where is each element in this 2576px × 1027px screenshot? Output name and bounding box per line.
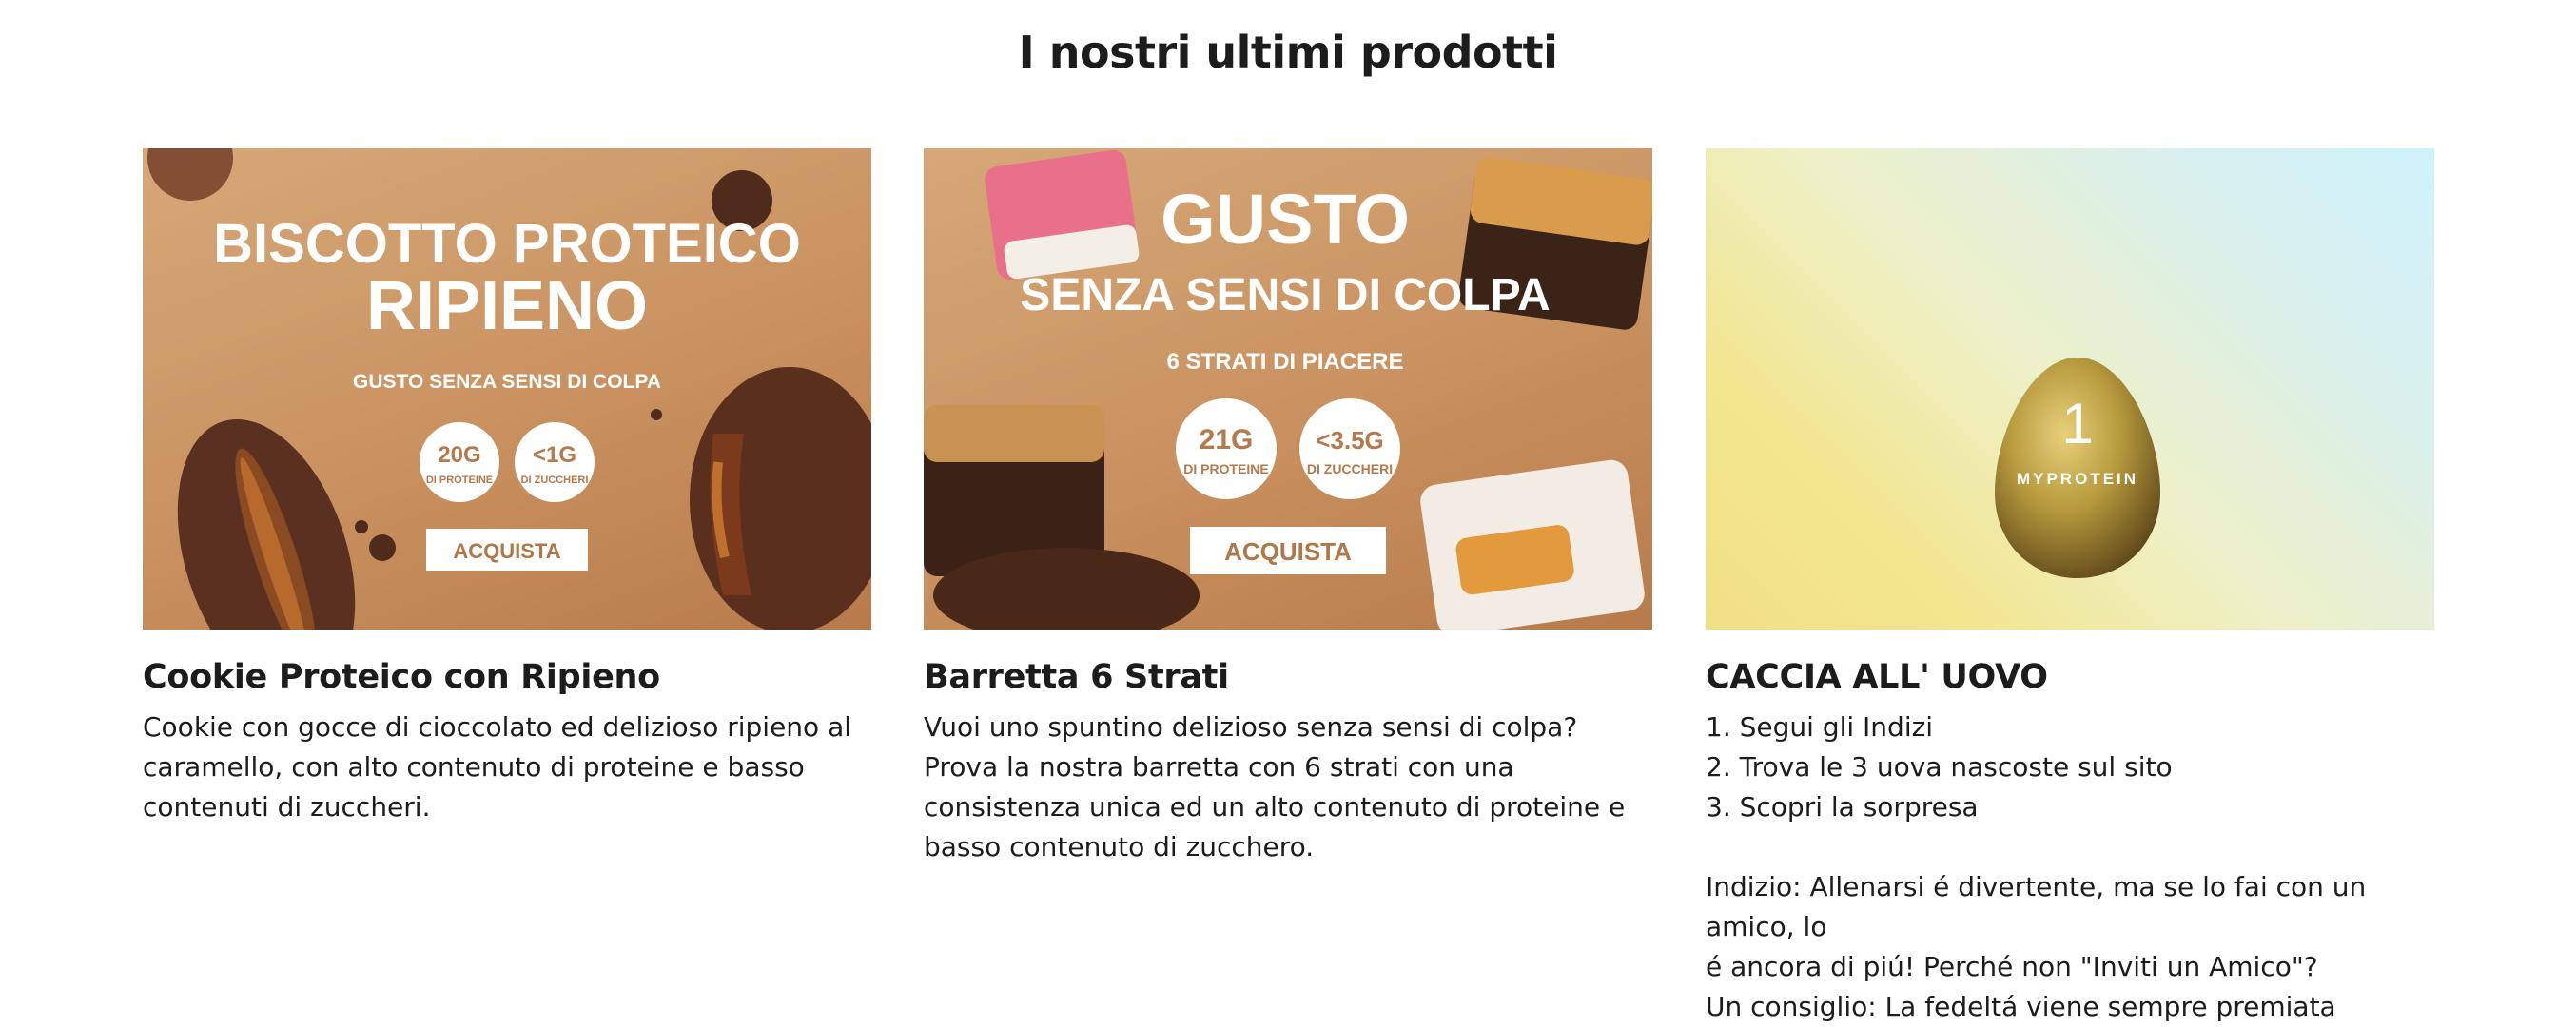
svg-text:<3.5G: <3.5G (1316, 426, 1384, 455)
banner-tagline: GUSTO SENZA SENSI DI COLPA (353, 371, 661, 393)
banner-tagline: 6 STRATI DI PIACERE (1167, 349, 1404, 375)
instruction-step: 2. Trova le 3 uova nascoste sul sito (1706, 751, 2173, 783)
banner-buy-button[interactable]: ACQUISTA (1190, 527, 1386, 574)
egg-hunt-banner-image[interactable]: 1 MYPROTEIN (1706, 148, 2434, 630)
cookie-left-illustration (177, 418, 356, 630)
banner-headline-line1: BISCOTTO PROTEICO (213, 213, 801, 275)
svg-text:21G: 21G (1200, 424, 1254, 455)
egg-hunt-card: 1 MYPROTEIN CACCIA ALL' UOVO 1. Segui gl… (1706, 148, 2434, 1027)
banner-headline-line2: RIPIENO (366, 268, 648, 344)
svg-text:DI PROTEINE: DI PROTEINE (426, 475, 493, 486)
svg-text:DI ZUCCHERI: DI ZUCCHERI (1307, 461, 1393, 476)
svg-text:DI PROTEINE: DI PROTEINE (1183, 461, 1268, 476)
card-title: CACCIA ALL' UOVO (1706, 658, 2048, 696)
svg-text:ACQUISTA: ACQUISTA (453, 539, 560, 563)
svg-text:DI ZUCCHERI: DI ZUCCHERI (521, 475, 589, 486)
chocolate-bar-illustration (924, 405, 1200, 630)
instruction-step: 1. Segui gli Indizi (1706, 711, 1934, 743)
sugar-badge: <3.5G DI ZUCCHERI (1299, 398, 1400, 499)
banner-headline-line1: GUSTO (1161, 180, 1410, 259)
card-title: Barretta 6 Strati (924, 658, 1229, 696)
bar-card-link[interactable]: GUSTO SENZA SENSI DI COLPA 6 STRATI DI P… (924, 148, 1652, 630)
pink-bar-illustration (985, 149, 1140, 281)
tip-text: Un consiglio: La fedeltá viene sempre pr… (1706, 991, 2336, 1022)
card-description: Cookie con gocce di cioccolato ed delizi… (143, 711, 852, 823)
protein-badge: 21G DI PROTEINE (1176, 398, 1277, 499)
egg-number: 1 (2061, 392, 2093, 455)
hint-text: é ancora di piú! Perché non "Inviti un A… (1706, 951, 2318, 982)
protein-badge: 20G DI PROTEINE (420, 422, 499, 502)
white-bar-illustration (1420, 459, 1645, 630)
product-card-cookie: BISCOTTO PROTEICO RIPIENO GUSTO SENZA SE… (143, 148, 871, 827)
banner-headline-line2: SENZA SENSI DI COLPA (1020, 270, 1550, 320)
product-card-bar: GUSTO SENZA SENSI DI COLPA 6 STRATI DI P… (924, 148, 1652, 867)
card-description: Vuoi uno spuntino delizioso senza sensi … (924, 711, 1626, 862)
cookie-banner-image[interactable]: BISCOTTO PROTEICO RIPIENO GUSTO SENZA SE… (143, 148, 871, 630)
svg-text:ACQUISTA: ACQUISTA (1224, 537, 1352, 566)
golden-egg-illustration: 1 MYPROTEIN (1995, 358, 2160, 578)
cookie-card-link[interactable]: BISCOTTO PROTEICO RIPIENO GUSTO SENZA SE… (143, 148, 871, 630)
instruction-step: 3. Scopri la sorpresa (1706, 791, 1979, 823)
egg-hunt-card-link[interactable]: 1 MYPROTEIN (1706, 148, 2434, 630)
egg-brand-logo: MYPROTEIN (2017, 470, 2138, 488)
svg-text:20G: 20G (438, 442, 480, 468)
section-title: I nostri ultimi prodotti (1018, 27, 1558, 78)
card-title: Cookie Proteico con Ripieno (143, 658, 660, 696)
bar-banner-image[interactable]: GUSTO SENZA SENSI DI COLPA 6 STRATI DI P… (924, 148, 1652, 630)
cookie-right-illustration (690, 367, 871, 630)
sugar-badge: <1G DI ZUCCHERI (515, 422, 595, 502)
egg-hunt-instructions: 1. Segui gli Indizi 2. Trova le 3 uova n… (1706, 707, 2434, 1027)
svg-text:<1G: <1G (533, 442, 576, 468)
banner-buy-button[interactable]: ACQUISTA (426, 529, 588, 571)
hint-text: Indizio: Allenarsi é divertente, ma se l… (1706, 871, 2367, 942)
